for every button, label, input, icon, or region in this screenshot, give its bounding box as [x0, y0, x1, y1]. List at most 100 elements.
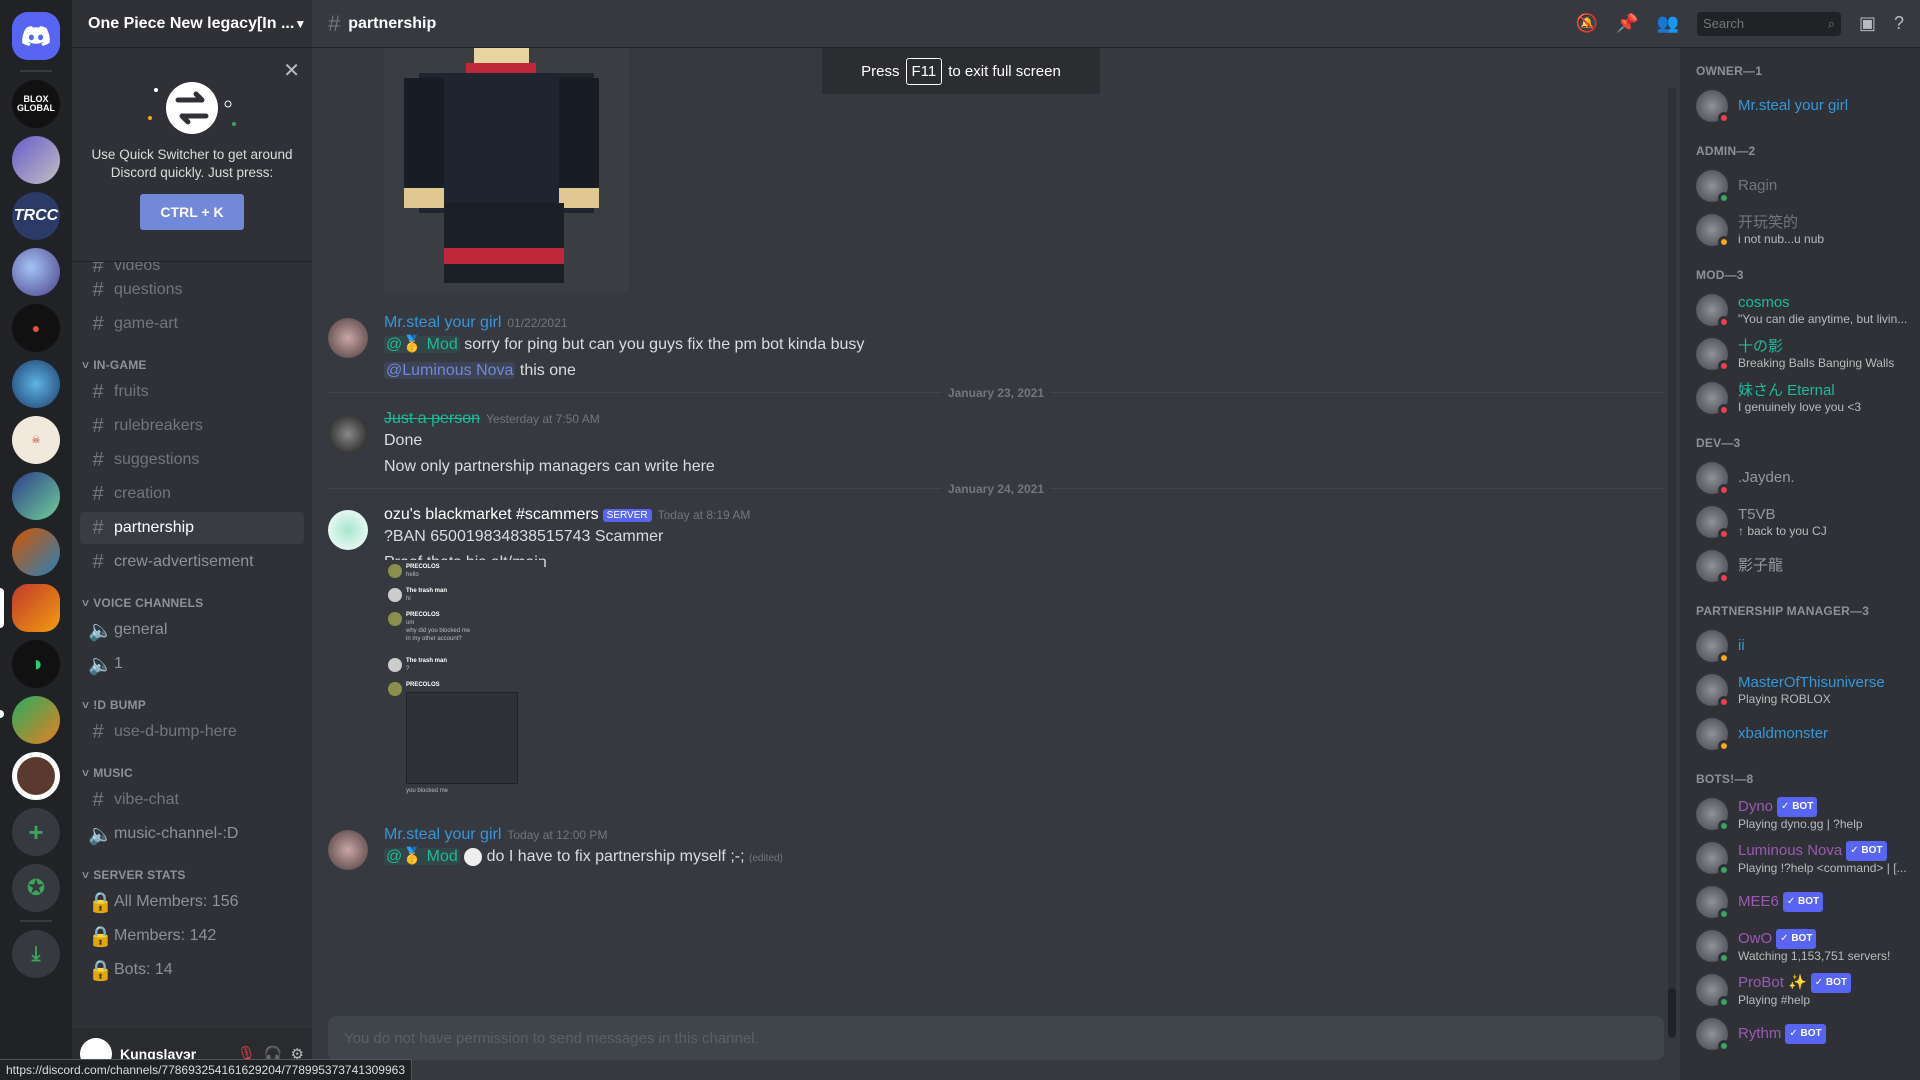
member-item[interactable]: .Jayden.	[1696, 456, 1912, 500]
voice-channel-1[interactable]: 🔈 1	[80, 648, 304, 680]
search-input[interactable]: Search ⌕	[1696, 11, 1841, 36]
member-item[interactable]: ii	[1696, 624, 1912, 668]
unread-indicator	[0, 710, 4, 718]
pin-icon[interactable]: 📌	[1616, 13, 1638, 34]
hash-icon: #	[92, 448, 104, 471]
channel-vibe-chat[interactable]: # vibe-chat	[80, 784, 304, 816]
server-icon-11[interactable]: ◑	[12, 640, 60, 688]
status-indicator	[1718, 1040, 1730, 1052]
category-server-stats[interactable]: ˅ SERVER STATS	[80, 868, 304, 882]
download-apps-button[interactable]: ⤓	[12, 930, 60, 978]
message-author[interactable]: ozu's blackmarket #scammers	[384, 506, 599, 523]
member-item[interactable]: 影子龍	[1696, 544, 1912, 588]
category-in-game[interactable]: ˅ IN-GAME	[80, 358, 304, 372]
avatar[interactable]	[328, 414, 368, 454]
user-mention[interactable]: @Luminous Nova	[384, 362, 516, 379]
message-composer[interactable]: You do not have permission to send messa…	[328, 1016, 1664, 1060]
channel-creation[interactable]: # creation	[80, 478, 304, 510]
stat-channel-members[interactable]: 🔒 Members: 142	[80, 920, 304, 952]
member-item[interactable]: MEE6 ✓ BOT	[1696, 880, 1912, 924]
channel-crew-advertisement[interactable]: # crew-advertisement	[80, 546, 304, 578]
server-icon-kingsent[interactable]: ●	[12, 304, 60, 352]
channel-videos[interactable]: # videos	[80, 262, 304, 272]
role-mention[interactable]: @🥇 Mod	[384, 848, 460, 865]
hash-icon: #	[92, 720, 104, 743]
inbox-icon[interactable]: ▣	[1859, 13, 1876, 34]
member-name-text: 妹さん Eternal	[1738, 382, 1835, 399]
channel-game-art[interactable]: # game-art	[80, 308, 304, 340]
date-divider-label: January 24, 2021	[941, 482, 1051, 496]
avatar[interactable]	[328, 830, 368, 870]
message-author[interactable]: Mr.steal your girl	[384, 826, 501, 843]
message-author[interactable]: Mr.steal your girl	[384, 314, 501, 331]
avatar[interactable]	[328, 318, 368, 358]
avatar[interactable]	[328, 510, 368, 550]
voice-channel-music[interactable]: 🔈 music-channel-:D	[80, 818, 304, 850]
close-icon[interactable]: ✕	[283, 58, 300, 83]
image-attachment[interactable]	[384, 48, 629, 293]
member-item[interactable]: 妹さん Eternal I genuinely love you <3	[1696, 376, 1912, 420]
category-d-bump[interactable]: ˅ !D BUMP	[80, 698, 304, 712]
proof-author: The trash man	[406, 588, 448, 594]
explore-servers-button[interactable]: ✪	[12, 864, 60, 912]
member-item[interactable]: Dyno ✓ BOT Playing dyno.gg | ?help	[1696, 792, 1912, 836]
server-icon-4[interactable]	[12, 248, 60, 296]
channel-partnership[interactable]: # partnership	[80, 512, 304, 544]
member-item[interactable]: xbaldmonster	[1696, 712, 1912, 756]
stat-channel-all-members[interactable]: 🔒 All Members: 156	[80, 886, 304, 918]
member-item[interactable]: ProBot ✨ ✓ BOT Playing #help	[1696, 968, 1912, 1012]
member-name-text: T5VB	[1738, 506, 1776, 523]
member-item[interactable]: OwO ✓ BOT Watching 1,153,751 servers!	[1696, 924, 1912, 968]
channel-rulebreakers[interactable]: # rulebreakers	[80, 410, 304, 442]
member-group-header: BOTS!—8	[1696, 772, 1754, 786]
hash-icon: #	[88, 262, 108, 272]
server-icon-trcc[interactable]: TRCC	[12, 192, 60, 240]
member-item[interactable]: Ragin	[1696, 164, 1912, 208]
date-divider: January 24, 2021	[328, 482, 1664, 496]
channel-use-d-bump-here[interactable]: # use-d-bump-here	[80, 716, 304, 748]
server-icon-2[interactable]	[12, 136, 60, 184]
notification-muted-icon[interactable]: 🔕	[1576, 13, 1598, 34]
member-name: 妹さん Eternal	[1738, 382, 1861, 400]
server-icon-one-piece[interactable]: ☠	[12, 416, 60, 464]
role-mention[interactable]: @🥇 Mod	[384, 336, 460, 353]
member-list-icon[interactable]: 👥	[1657, 13, 1679, 34]
server-header[interactable]: One Piece New legacy[In ... ▼	[72, 0, 312, 48]
member-item[interactable]: Rythm ✓ BOT	[1696, 1012, 1912, 1056]
server-icon-blox-global[interactable]: BLOX GLOBAL	[12, 80, 60, 128]
server-icon-active[interactable]	[12, 584, 60, 632]
member-status-text: Playing #help	[1738, 993, 1811, 1007]
server-icon-6[interactable]	[12, 360, 60, 408]
channel-questions[interactable]: # questions	[80, 274, 304, 306]
add-server-button[interactable]: +	[12, 808, 60, 856]
server-icon-clover[interactable]	[12, 472, 60, 520]
member-item[interactable]: Luminous Nova ✓ BOT Playing !?help <comman…	[1696, 836, 1912, 880]
member-item[interactable]: T5VB ↑ back to you CJ	[1696, 500, 1912, 544]
member-group-header: DEV—3	[1696, 436, 1741, 450]
guild-separator-2	[20, 920, 52, 922]
scrollbar-thumb[interactable]	[1668, 988, 1676, 1038]
member-item[interactable]: 十の影 Breaking Balls Banging Walls	[1696, 332, 1912, 376]
category-music[interactable]: ˅ MUSIC	[80, 766, 304, 780]
bot-badge: ✓ BOT	[1776, 929, 1817, 949]
server-icon-12[interactable]	[12, 696, 60, 744]
member-item[interactable]: Mr.steal your girl	[1696, 84, 1912, 128]
help-icon[interactable]: ?	[1894, 13, 1904, 34]
proof-image-attachment[interactable]: PRECOLOS hello The trash man hi PRECOLOS…	[384, 560, 544, 800]
channel-suggestions[interactable]: # suggestions	[80, 444, 304, 476]
discord-home-button[interactable]	[12, 12, 60, 60]
chevron-down-icon: ▼	[294, 16, 307, 31]
server-icon-9[interactable]	[12, 528, 60, 576]
message-author[interactable]: Just a person	[384, 410, 480, 427]
member-status-text: I genuinely love you <3	[1738, 400, 1862, 414]
category-voice-channels[interactable]: ˅ VOICE CHANNELS	[80, 596, 304, 610]
server-icon-13[interactable]	[12, 752, 60, 800]
member-item[interactable]: 开玩笑的 i not nub...u nub	[1696, 208, 1912, 252]
member-item[interactable]: cosmos "You can die anytime, but livin...	[1696, 288, 1912, 332]
member-item[interactable]: MasterOfThisuniverse Playing ROBLOX	[1696, 668, 1912, 712]
channel-fruits[interactable]: # fruits	[80, 376, 304, 408]
voice-channel-general[interactable]: 🔈 general	[80, 614, 304, 646]
stat-channel-bots[interactable]: 🔒 Bots: 14	[80, 954, 304, 986]
quick-switcher-shortcut-button[interactable]: CTRL + K	[140, 194, 244, 230]
scrollbar-track[interactable]	[1668, 88, 1676, 1008]
